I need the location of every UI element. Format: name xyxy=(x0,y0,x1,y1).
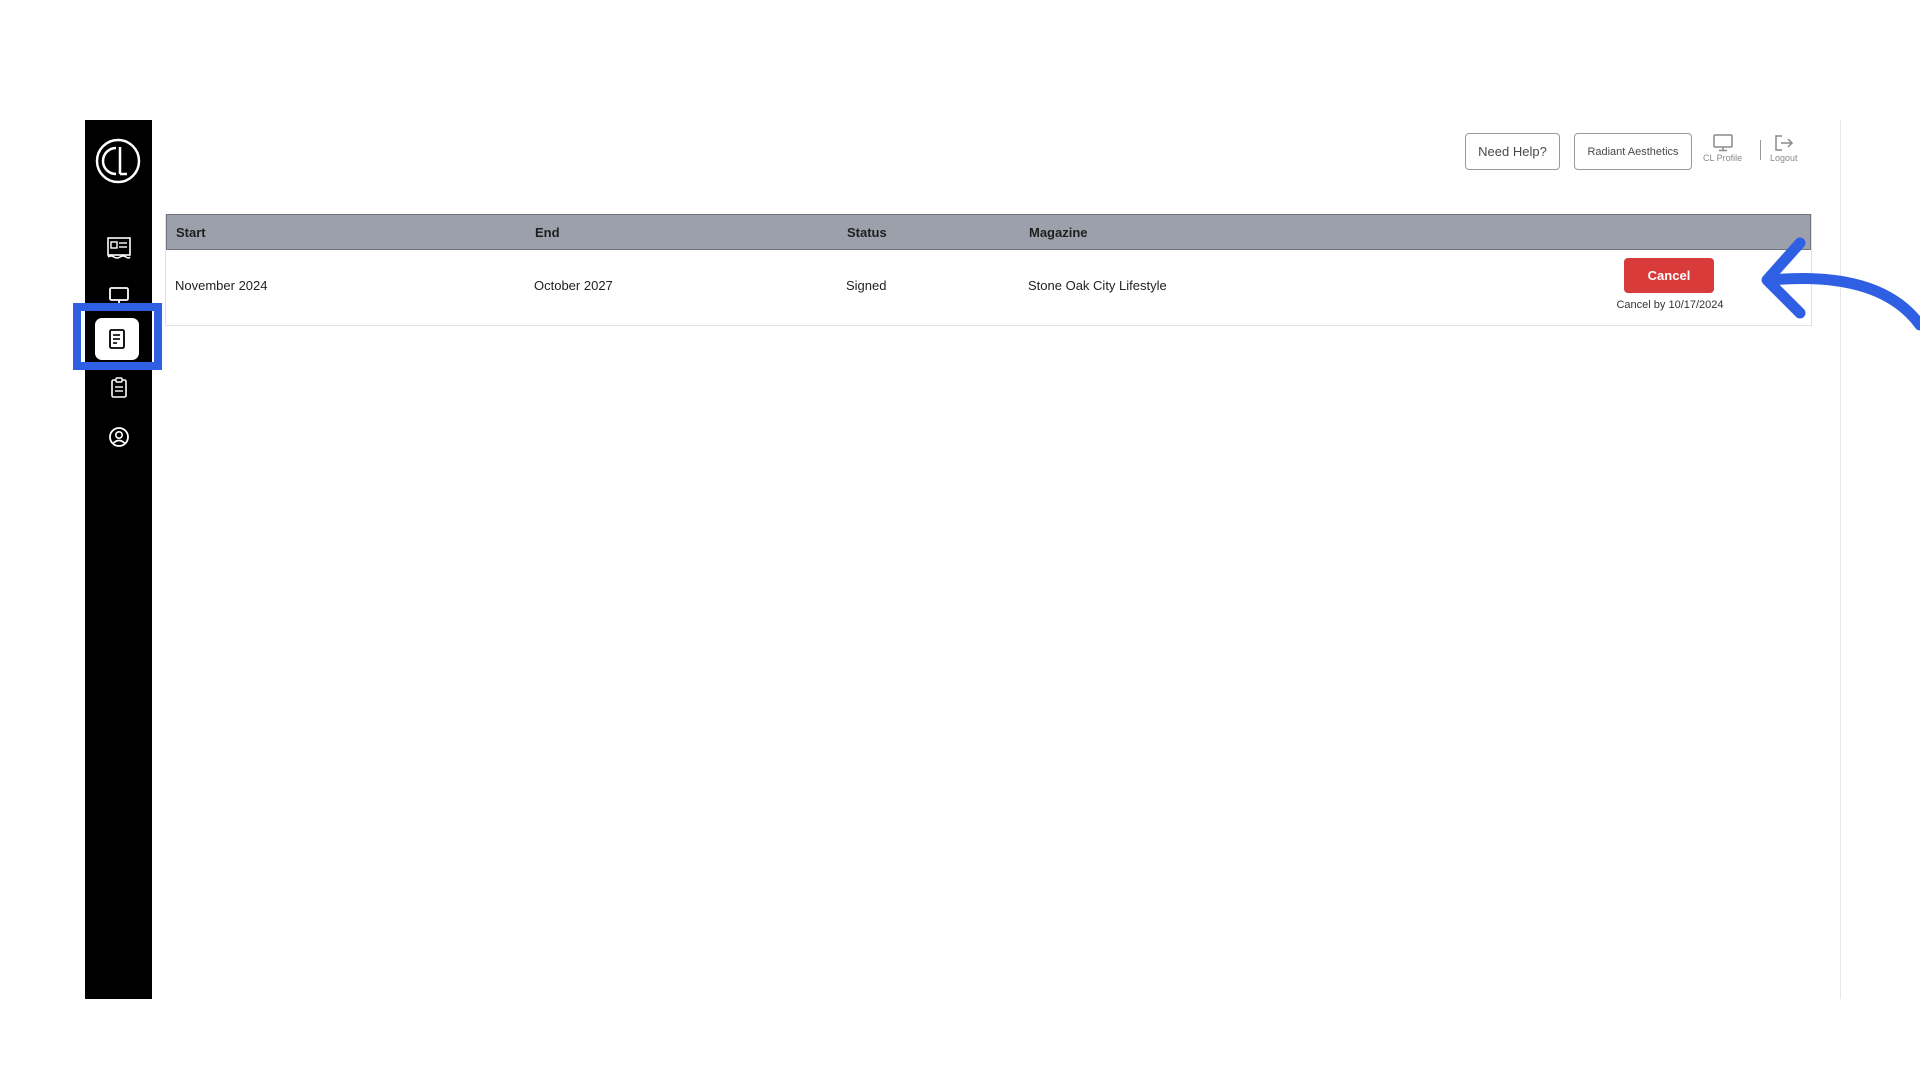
need-help-button[interactable]: Need Help? xyxy=(1465,133,1560,170)
monitor-icon xyxy=(109,287,129,305)
logout-icon xyxy=(1775,135,1793,151)
sidebar-item-contracts[interactable] xyxy=(95,318,139,360)
cl-profile-label: CL Profile xyxy=(1703,153,1743,163)
document-icon xyxy=(109,329,125,349)
column-header-magazine: Magazine xyxy=(1029,225,1088,240)
user-circle-icon xyxy=(109,427,129,447)
cell-start: November 2024 xyxy=(175,278,268,293)
sidebar-item-news[interactable] xyxy=(101,230,137,266)
logout-button[interactable]: Logout xyxy=(1770,134,1798,163)
contracts-table: Start End Status Magazine November 2024 … xyxy=(165,214,1812,326)
cancel-deadline-note: Cancel by 10/17/2024 xyxy=(1616,299,1724,311)
table-header: Start End Status Magazine xyxy=(166,214,1811,250)
column-header-end: End xyxy=(535,225,560,240)
logout-label: Logout xyxy=(1770,153,1798,163)
cell-status: Signed xyxy=(846,278,887,293)
sidebar-item-account[interactable] xyxy=(101,419,137,455)
cell-magazine: Stone Oak City Lifestyle xyxy=(1028,278,1167,293)
header-divider xyxy=(1760,140,1761,160)
column-header-status: Status xyxy=(847,225,887,240)
cancel-button[interactable]: Cancel xyxy=(1624,258,1714,293)
newspaper-icon xyxy=(107,237,131,259)
clipboard-icon xyxy=(111,377,127,398)
account-button[interactable]: Radiant Aesthetics xyxy=(1574,133,1692,170)
monitor-icon xyxy=(1712,134,1733,152)
table-row: November 2024 October 2027 Signed Stone … xyxy=(166,250,1811,325)
brand-logo-icon[interactable] xyxy=(95,138,141,184)
column-header-start: Start xyxy=(176,225,206,240)
cl-profile-button[interactable]: CL Profile xyxy=(1703,134,1742,163)
sidebar-item-tasks[interactable] xyxy=(101,370,137,406)
cell-end: October 2027 xyxy=(534,278,613,293)
sidebar xyxy=(85,120,152,999)
sidebar-item-display[interactable] xyxy=(101,278,137,314)
